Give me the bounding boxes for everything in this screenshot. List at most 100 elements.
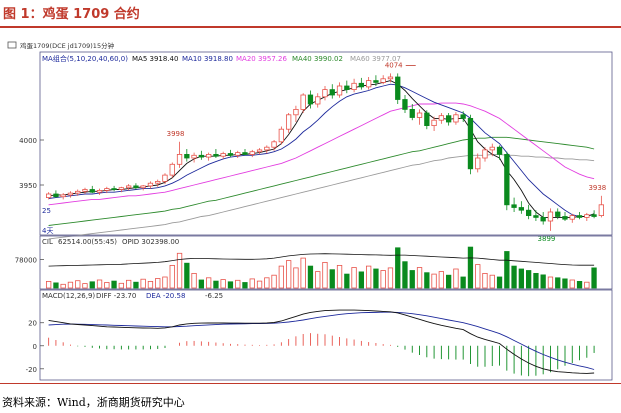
volume-bar xyxy=(140,278,146,289)
volume-bar xyxy=(198,279,205,289)
candle xyxy=(227,149,234,158)
candle xyxy=(67,191,74,198)
candle xyxy=(547,208,554,231)
volume-bar xyxy=(227,281,234,289)
dea-line xyxy=(48,311,595,370)
source-rule xyxy=(0,383,621,384)
candle-body-down xyxy=(467,118,474,170)
candle xyxy=(198,150,205,160)
volume-bar xyxy=(235,279,241,289)
candle-body-up xyxy=(155,180,161,184)
volume-bar xyxy=(67,281,74,289)
volume-bar xyxy=(278,265,285,289)
candle-body-up xyxy=(60,194,66,198)
volume-bar xyxy=(475,264,481,289)
candle-body-up xyxy=(322,89,328,98)
figure-source: 资料来源：Wind，浙商期货研究中心 xyxy=(2,396,185,409)
volume-bar xyxy=(395,247,401,289)
volume-bar xyxy=(380,270,386,289)
volume-bar xyxy=(220,279,226,289)
volume-bar xyxy=(133,281,139,289)
candle-body-up xyxy=(438,115,445,121)
candle xyxy=(526,204,532,220)
candle-body-down xyxy=(409,109,415,118)
candle xyxy=(191,152,197,163)
candle-body-down xyxy=(53,193,59,198)
ma60-line xyxy=(48,153,595,240)
candle xyxy=(533,210,539,221)
volume-bar xyxy=(60,283,66,289)
candlestick-chart: 鸡蛋1709(DCE jd1709)15分钟 MA组合(5,10,20,40,6… xyxy=(7,41,613,381)
candle-body-up xyxy=(75,190,81,194)
candle-body-down xyxy=(184,154,190,159)
volume-bar xyxy=(387,267,394,289)
candle-body-up xyxy=(147,182,154,187)
candle-body-down xyxy=(227,153,234,156)
candle-body-down xyxy=(373,80,379,83)
candle-body-up xyxy=(96,189,103,193)
candle-body-up xyxy=(256,149,263,153)
candle-body-down xyxy=(344,85,350,90)
candle-body-up xyxy=(285,114,292,130)
candle-body-down xyxy=(576,215,583,218)
candle xyxy=(315,93,321,108)
volume-y-tick-label: 78000 xyxy=(15,257,37,265)
volume-bar xyxy=(307,265,314,289)
volume-bar xyxy=(591,267,597,289)
volume-bar xyxy=(96,279,103,289)
volume-bar xyxy=(540,274,546,289)
candle xyxy=(82,187,88,194)
volume-bar xyxy=(242,282,248,289)
volume-bar xyxy=(344,273,350,289)
candle xyxy=(504,151,510,211)
price-y-tick-label: 4000 xyxy=(19,137,37,145)
candle xyxy=(416,109,423,125)
volume-bar xyxy=(416,267,423,289)
volume-bar xyxy=(191,272,197,289)
volume-bar xyxy=(518,268,524,289)
volume-bar xyxy=(147,280,154,289)
candle xyxy=(482,147,488,162)
candle-body-down xyxy=(89,189,95,193)
candle xyxy=(584,212,590,221)
volume-bar xyxy=(467,246,474,289)
candle xyxy=(365,77,372,90)
annotation-label: 3938 xyxy=(588,184,606,192)
macd-y-tick-label: 0 xyxy=(33,343,37,351)
candle xyxy=(344,80,350,94)
volume-bar xyxy=(526,270,532,289)
period-label: 4天 xyxy=(42,227,53,235)
candle-body-up xyxy=(380,78,386,83)
volume-bar xyxy=(424,272,430,289)
candle-body-down xyxy=(526,209,532,216)
candle-body-up xyxy=(67,192,74,196)
candle xyxy=(220,151,226,159)
candle xyxy=(395,73,401,104)
volume-bar xyxy=(584,281,590,289)
volume-bar xyxy=(576,280,583,289)
candle-body-up xyxy=(453,114,459,123)
candle-body-down xyxy=(591,214,597,217)
volume-bar xyxy=(271,274,277,289)
candle-body-up xyxy=(220,153,226,157)
ma5-line xyxy=(48,80,595,218)
candle-body-up xyxy=(191,154,197,159)
instrument-icon xyxy=(7,41,17,49)
candle-body-down xyxy=(402,99,408,110)
candle-body-down xyxy=(555,211,561,217)
open-interest-polyline xyxy=(48,253,595,267)
candle-body-up xyxy=(140,185,146,189)
diff-line xyxy=(48,309,595,374)
candle xyxy=(140,185,146,191)
candle-body-up xyxy=(169,163,175,176)
candle-body-up xyxy=(315,96,321,105)
candle-body-up xyxy=(205,154,212,158)
volume-bar xyxy=(111,280,117,289)
macd-indicator-label: MACD(12,26,9) xyxy=(42,292,95,300)
candle-body-up xyxy=(547,211,554,222)
volume-bar xyxy=(176,252,183,289)
volume-bar xyxy=(162,276,168,289)
volume-bar xyxy=(118,282,124,289)
candle-body-up xyxy=(489,146,495,151)
candle xyxy=(576,212,583,220)
